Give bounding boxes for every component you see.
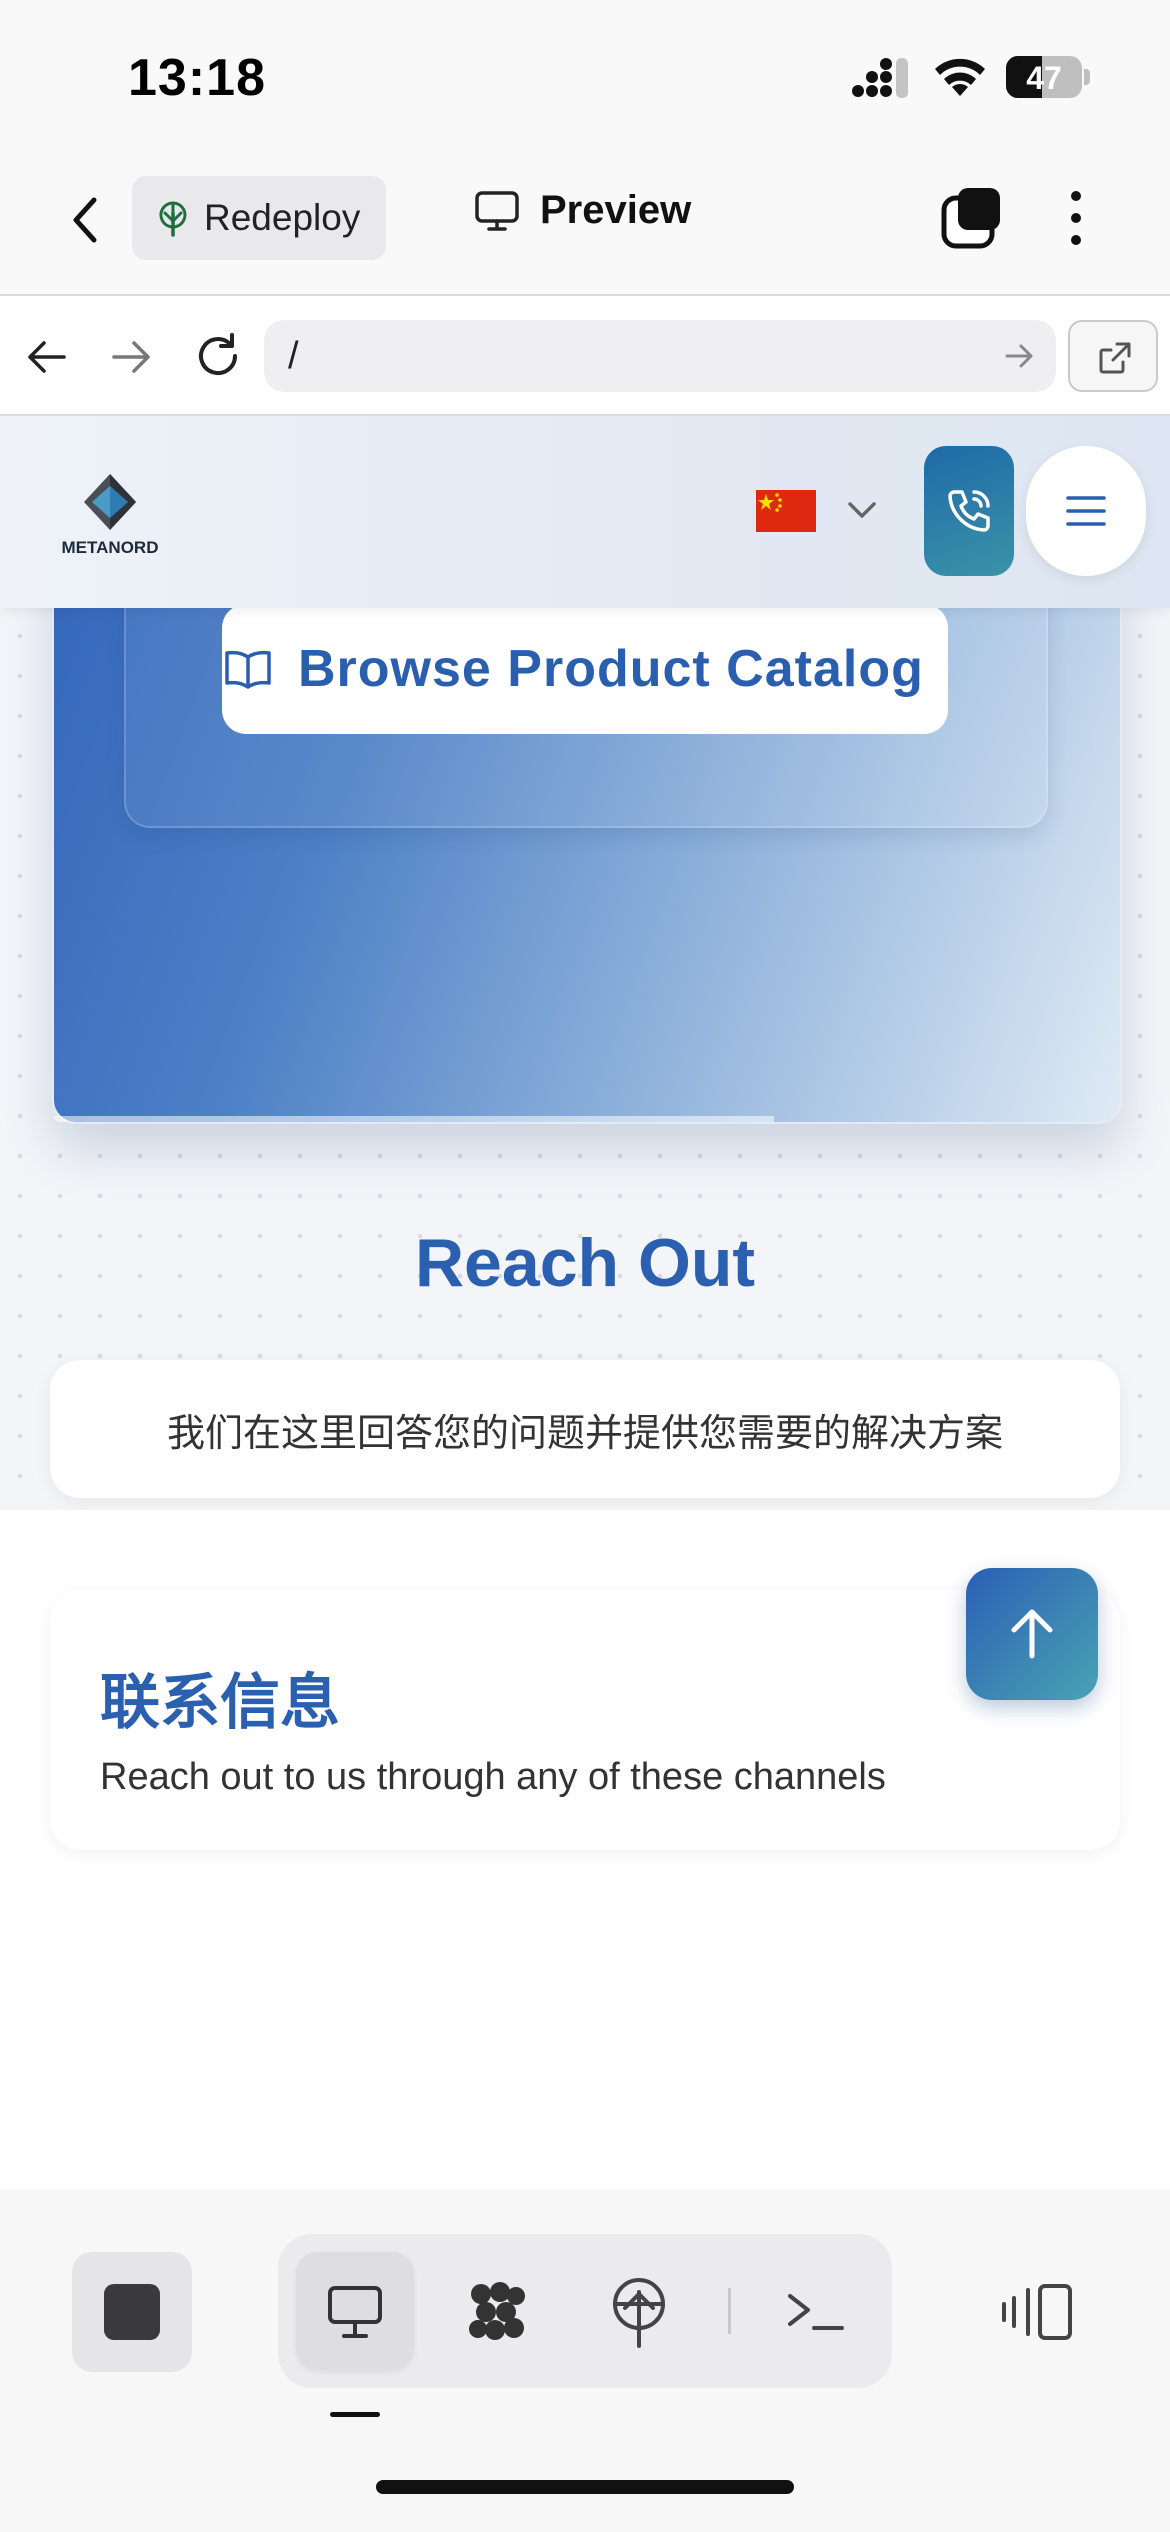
active-view-indicator [330, 2412, 380, 2417]
call-button[interactable] [924, 446, 1014, 576]
logo-text: METANORD [61, 538, 159, 557]
site-header: METANORD [0, 416, 1170, 608]
phone-icon [948, 490, 990, 532]
browser-bar [0, 296, 1170, 416]
cellular-signal-icon [852, 58, 908, 98]
desktop-icon [328, 2286, 382, 2338]
go-arrow-icon[interactable] [1004, 342, 1034, 370]
terminal-view-button[interactable] [756, 2252, 874, 2370]
apps-view-button[interactable] [438, 2252, 556, 2370]
logo-diamond-icon [84, 474, 136, 530]
desktop-view-button[interactable] [296, 2252, 414, 2370]
open-external-button[interactable] [1068, 320, 1158, 392]
menu-button[interactable] [1026, 446, 1146, 576]
browse-catalog-label: Browse Product Catalog [298, 640, 924, 698]
deploy-view-button[interactable] [580, 2252, 698, 2370]
contact-info-title: 联系信息 [100, 1669, 340, 1736]
monitor-icon [475, 190, 519, 231]
reload-icon[interactable] [192, 330, 244, 382]
scroll-to-top-button[interactable] [966, 1568, 1098, 1700]
arrow-left-icon[interactable] [24, 334, 70, 380]
home-indicator[interactable] [376, 2480, 794, 2494]
bottom-toolbar [0, 2190, 1170, 2532]
browse-catalog-button[interactable]: Browse Product Catalog [222, 604, 948, 734]
view-switcher [278, 2234, 892, 2388]
redeploy-button[interactable]: Redeploy [132, 176, 386, 260]
side-panel-icon[interactable] [1000, 2280, 1076, 2344]
open-external-icon [1099, 342, 1131, 374]
tabs-icon[interactable] [940, 186, 1004, 250]
stop-button[interactable] [72, 2252, 192, 2372]
wifi-icon [935, 58, 985, 96]
status-bar: 13:18 47 [0, 0, 1170, 150]
more-icon[interactable] [1060, 186, 1092, 250]
menu-icon [1066, 496, 1106, 526]
url-input[interactable] [288, 332, 988, 380]
contact-info-description: Reach out to us through any of these cha… [100, 1756, 886, 1798]
reach-out-subtitle-box: 我们在这里回答您的问题并提供您需要的解决方案 [50, 1360, 1120, 1498]
redeploy-label: Redeploy [204, 197, 361, 238]
battery-icon: 47 [1006, 56, 1090, 98]
status-time: 13:18 [128, 49, 266, 107]
hero-progress-bar [54, 1116, 774, 1122]
deploy-icon [613, 2278, 665, 2348]
contact-info-card: 联系信息 Reach out to us through any of thes… [50, 1590, 1120, 1850]
back-icon[interactable] [60, 190, 112, 250]
stop-icon [104, 2284, 160, 2340]
tree-icon [159, 201, 187, 237]
apps-icon [469, 2282, 525, 2340]
arrow-up-icon [1011, 1609, 1053, 1659]
book-open-icon [225, 650, 271, 689]
reach-out-subtitle: 我们在这里回答您的问题并提供您需要的解决方案 [166, 1413, 1003, 1455]
terminal-icon [788, 2294, 844, 2330]
preview-label: Preview [540, 188, 692, 232]
url-bar[interactable] [264, 320, 1056, 392]
china-flag-icon[interactable] [756, 490, 816, 532]
website-viewport: Browse Product Catalog METANORD Reach Ou… [0, 416, 1170, 2190]
reach-out-title: Reach Out [414, 1225, 756, 1301]
toolbar-divider [728, 2288, 731, 2334]
chevron-down-icon[interactable] [846, 498, 878, 522]
app-top-bar: Redeploy Preview [0, 150, 1170, 296]
battery-level: 47 [1026, 60, 1062, 96]
preview-tab[interactable]: Preview [474, 188, 691, 233]
arrow-right-icon[interactable] [108, 334, 154, 380]
site-logo[interactable]: METANORD [58, 472, 162, 560]
